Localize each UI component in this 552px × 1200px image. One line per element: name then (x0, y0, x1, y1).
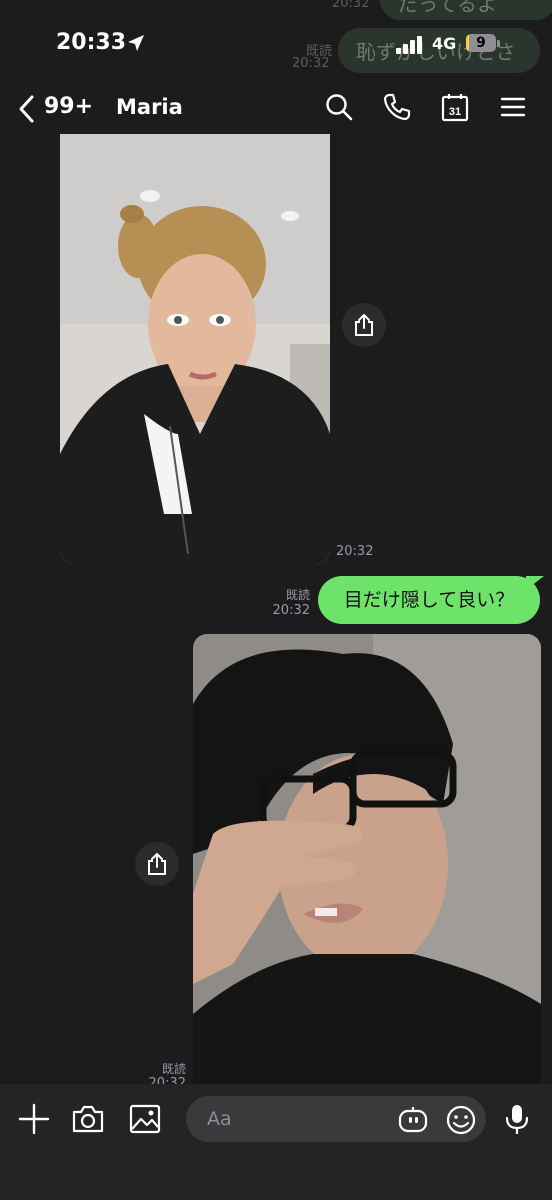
battery-level: 9 (476, 35, 486, 51)
signal-icon (396, 36, 422, 54)
read-receipt: 既読 (161, 1062, 186, 1076)
share-button[interactable] (342, 303, 386, 347)
ghost-time-top: 20:32 (332, 0, 370, 11)
mic-icon[interactable] (500, 1102, 534, 1136)
contact-name[interactable]: Maria (116, 95, 183, 119)
battery-indicator: 9 (466, 34, 502, 54)
share-icon (148, 853, 166, 875)
camera-icon[interactable] (71, 1102, 105, 1136)
status-time: 20:33 (56, 30, 127, 55)
ghost-time-2: 20:32 (292, 56, 330, 71)
read-receipt: 既読 (285, 588, 310, 602)
share-icon (355, 314, 373, 336)
location-arrow-icon (128, 35, 144, 51)
menu-icon[interactable] (498, 92, 528, 122)
ghost-bubble-top: だってるよ (380, 0, 552, 20)
message-input-placeholder: Aa (207, 1108, 232, 1130)
message-time: 20:32 (336, 544, 374, 559)
unread-count[interactable]: 99+ (44, 94, 93, 119)
phone-icon[interactable] (382, 92, 412, 122)
bot-icon[interactable] (396, 1103, 430, 1137)
received-photo-image (60, 134, 330, 564)
chevron-left-icon[interactable] (16, 94, 38, 124)
calendar-day: 31 (449, 106, 461, 118)
emoji-icon[interactable] (444, 1103, 478, 1137)
sent-photo[interactable] (193, 634, 541, 1084)
image-icon[interactable] (128, 1102, 162, 1136)
sent-photo-image (193, 634, 541, 1084)
network-type: 4G (432, 34, 457, 53)
battery-tip (497, 40, 500, 47)
calendar-icon[interactable]: 31 (440, 92, 470, 122)
sent-message-bubble[interactable]: 目だけ隠して良い？ (318, 576, 540, 624)
message-time: 20:32 (272, 603, 310, 618)
received-photo[interactable] (60, 134, 330, 564)
plus-icon[interactable] (17, 1102, 51, 1136)
share-button[interactable] (135, 842, 179, 886)
search-icon[interactable] (324, 92, 354, 122)
